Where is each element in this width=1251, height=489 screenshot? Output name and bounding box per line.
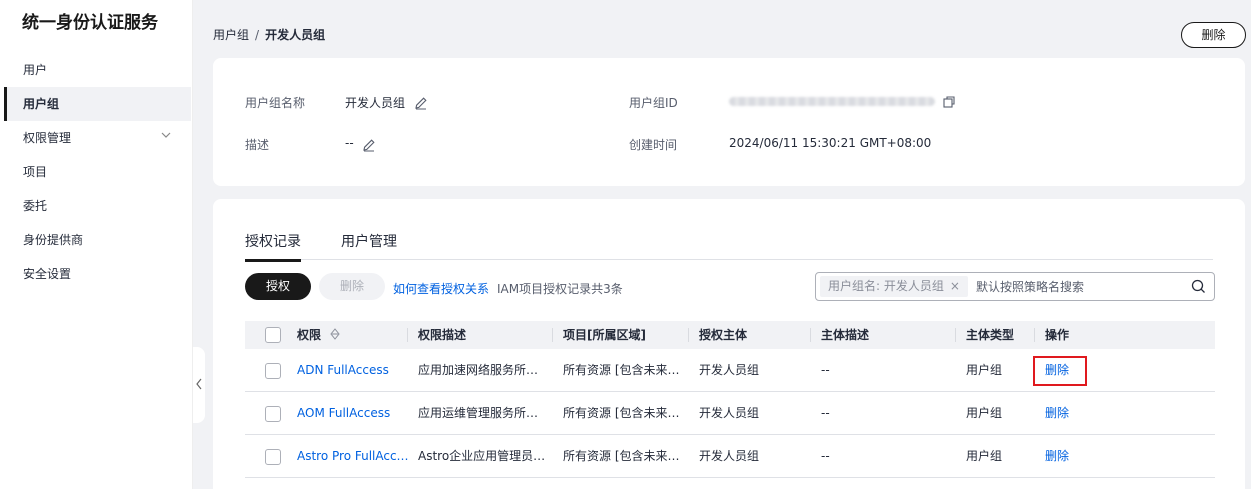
service-title: 统一身份认证服务 (22, 13, 158, 33)
column-header-label: 权限 (297, 328, 322, 342)
sidebar-item-identity-providers[interactable]: 身份提供商 (4, 223, 191, 257)
column-divider (407, 328, 408, 342)
row-delete-link[interactable]: 删除 (1045, 392, 1069, 435)
search-input[interactable] (976, 277, 1176, 297)
principal-desc-cell: -- (821, 363, 830, 377)
principal-type-cell: 用户组 (966, 449, 1003, 463)
sidebar-item-permissions[interactable]: 权限管理 (4, 121, 191, 155)
table-row: Astro Pro FullAcc… Astro企业应用管理员… 所有资源 [包… (245, 435, 1215, 478)
column-divider (1034, 328, 1035, 342)
column-header-principal-desc: 主体描述 (821, 328, 870, 342)
project-cell: 所有资源 [包含未来… (563, 363, 680, 377)
tab-bar: 授权记录 用户管理 (245, 227, 1213, 262)
created-time-value: 2024/06/11 15:30:21 GMT+08:00 (729, 136, 932, 150)
description-value: -- (345, 136, 354, 150)
table-row: ADN FullAccess 应用加速网络服务所… 所有资源 [包含未来… 开发… (245, 349, 1215, 392)
policy-desc-cell: 应用运维管理服务所… (418, 406, 539, 420)
search-icon[interactable] (1191, 279, 1206, 294)
breadcrumb-current: 开发人员组 (265, 28, 326, 42)
sidebar-item-label: 项目 (23, 165, 48, 179)
sort-icon[interactable] (329, 322, 341, 350)
principal-cell: 开发人员组 (699, 406, 760, 420)
sidebar-item-security-settings[interactable]: 安全设置 (4, 257, 191, 291)
column-divider (552, 328, 553, 342)
column-header-actions: 操作 (1045, 328, 1070, 342)
principal-cell: 开发人员组 (699, 449, 760, 463)
row-checkbox[interactable] (265, 449, 281, 465)
filter-chip-label: 用户组名: 开发人员组 (828, 279, 944, 293)
copy-icon[interactable] (942, 95, 956, 109)
policy-link[interactable]: AOM FullAccess (297, 392, 409, 435)
tab-user-management[interactable]: 用户管理 (341, 231, 397, 259)
close-icon[interactable]: × (950, 279, 960, 293)
sidebar-item-agencies[interactable]: 委托 (4, 189, 191, 223)
row-checkbox[interactable] (265, 406, 281, 422)
table-row: AOM FullAccess 应用运维管理服务所… 所有资源 [包含未来… 开发… (245, 392, 1215, 435)
chevron-left-icon (195, 378, 203, 393)
group-info-card: 用户组名称 开发人员组 描述 -- 用户组ID 创建时间 2024/06/11 … (213, 58, 1245, 186)
column-header-principal-type: 主体类型 (966, 328, 1015, 342)
column-header-principal: 授权主体 (699, 328, 748, 342)
delete-group-button[interactable]: 删除 (1181, 22, 1246, 48)
sidebar-item-user-groups[interactable]: 用户组 (4, 87, 191, 121)
group-name-label: 用户组名称 (245, 96, 306, 110)
row-checkbox[interactable] (265, 363, 281, 379)
row-delete-link[interactable]: 删除 (1045, 435, 1069, 478)
sidebar: 统一身份认证服务 用户 用户组 权限管理 项目 委托 身份提供商 安全设置 (0, 0, 193, 489)
search-box[interactable]: 用户组名: 开发人员组 × (815, 272, 1215, 301)
sidebar-collapse-handle[interactable] (193, 347, 205, 423)
sidebar-item-label: 用户组 (23, 97, 60, 111)
authorize-button[interactable]: 授权 (245, 273, 311, 300)
breadcrumb-separator: / (255, 28, 260, 42)
sidebar-item-users[interactable]: 用户 (4, 53, 191, 87)
group-id-label: 用户组ID (629, 96, 678, 110)
column-divider (810, 328, 811, 342)
filter-chip: 用户组名: 开发人员组 × (820, 276, 968, 297)
principal-type-cell: 用户组 (966, 406, 1003, 420)
sidebar-item-label: 权限管理 (23, 131, 72, 145)
sidebar-item-projects[interactable]: 项目 (4, 155, 191, 189)
edit-name-icon[interactable] (414, 96, 428, 110)
project-cell: 所有资源 [包含未来… (563, 449, 680, 463)
policy-link[interactable]: Astro Pro FullAcc… (297, 435, 409, 478)
group-id-value-redacted (729, 97, 935, 106)
batch-delete-button: 删除 (319, 273, 385, 300)
breadcrumb: 用户组 / 开发人员组 (213, 26, 325, 43)
column-header-policy-desc: 权限描述 (418, 328, 467, 342)
record-count-text: IAM项目授权记录共3条 (497, 282, 623, 296)
edit-description-icon[interactable] (362, 138, 376, 152)
created-time-label: 创建时间 (629, 138, 678, 152)
policy-link[interactable]: ADN FullAccess (297, 349, 409, 392)
sidebar-item-label: 身份提供商 (23, 233, 84, 247)
tab-authorization-records[interactable]: 授权记录 (245, 231, 301, 262)
description-label: 描述 (245, 138, 270, 152)
help-link[interactable]: 如何查看授权关系 (393, 280, 489, 297)
chevron-down-icon (161, 121, 171, 155)
principal-type-cell: 用户组 (966, 363, 1003, 377)
breadcrumb-parent[interactable]: 用户组 (213, 28, 249, 42)
principal-cell: 开发人员组 (699, 363, 760, 377)
sidebar-item-label: 安全设置 (23, 267, 72, 281)
sidebar-item-label: 委托 (23, 199, 48, 213)
sidebar-item-label: 用户 (23, 63, 48, 77)
group-name-value: 开发人员组 (345, 96, 406, 110)
column-divider (688, 328, 689, 342)
policy-desc-cell: Astro企业应用管理员… (418, 449, 546, 463)
main-card: 授权记录 用户管理 授权 删除 如何查看授权关系 IAM项目授权记录共3条 用户… (213, 199, 1245, 489)
column-divider (955, 328, 956, 342)
project-cell: 所有资源 [包含未来… (563, 406, 680, 420)
column-header-policy[interactable]: 权限 (297, 321, 341, 349)
table-header: 权限 权限描述 项目[所属区域] 授权主体 主体描述 主体类型 操作 (245, 321, 1215, 349)
policy-desc-cell: 应用加速网络服务所… (418, 363, 539, 377)
column-header-project: 项目[所属区域] (563, 328, 646, 342)
principal-desc-cell: -- (821, 449, 830, 463)
select-all-checkbox[interactable] (265, 327, 281, 343)
row-delete-link[interactable]: 删除 (1045, 349, 1069, 392)
principal-desc-cell: -- (821, 406, 830, 420)
